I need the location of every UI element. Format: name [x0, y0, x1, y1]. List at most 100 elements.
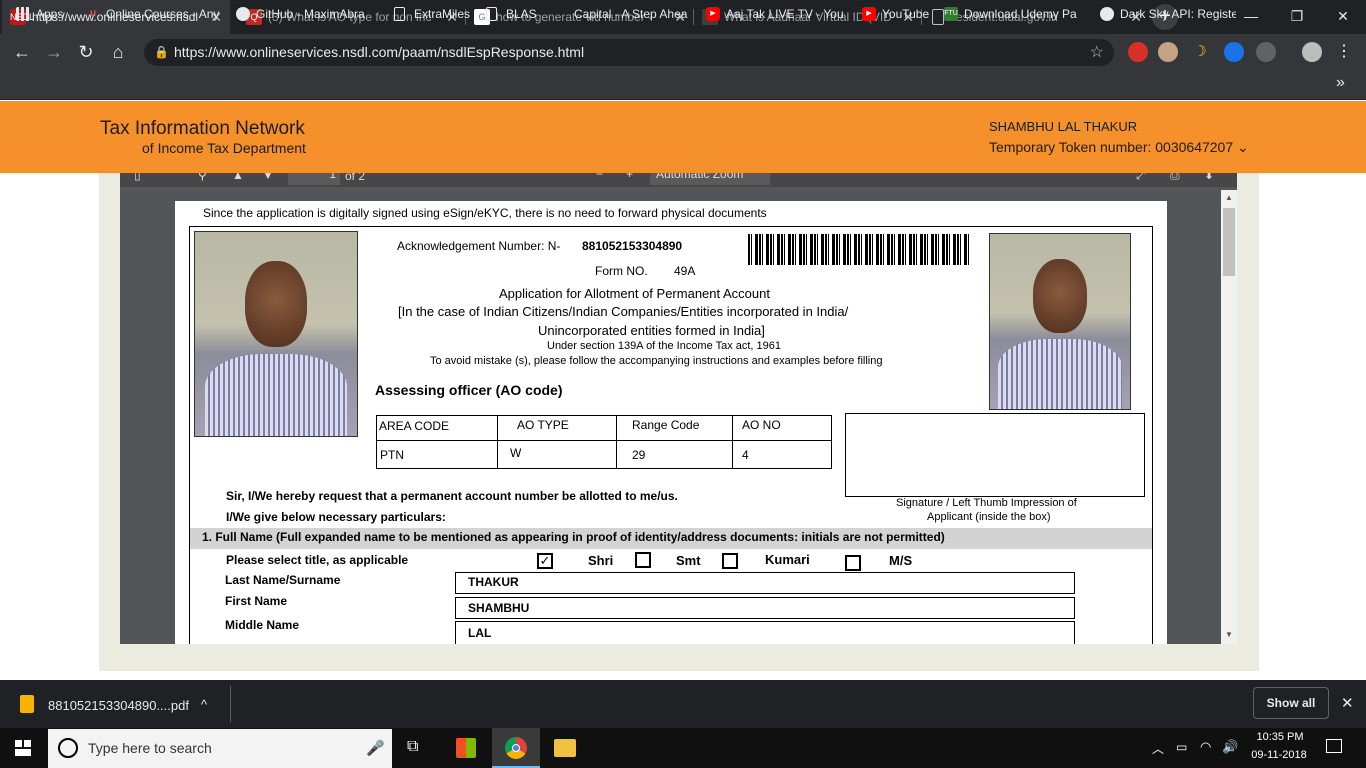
- ack-number: 881052153304890: [582, 239, 683, 253]
- checkbox-kumari[interactable]: [722, 553, 738, 569]
- checkbox-shri[interactable]: ✓: [537, 553, 553, 569]
- ao-header-range-code: Range Code: [632, 418, 700, 432]
- wifi-icon[interactable]: ◠: [1200, 739, 1211, 755]
- checkbox-ms[interactable]: [845, 555, 861, 571]
- close-downloads-button[interactable]: ✕: [1341, 694, 1354, 712]
- checkbox-smt[interactable]: [635, 552, 651, 568]
- downloads-divider: [230, 686, 231, 722]
- zoom-out-icon[interactable]: −: [596, 173, 603, 181]
- first-name-label: First Name: [225, 594, 288, 608]
- bookmark-item[interactable]: Dark Sky API: Registe: [1100, 0, 1236, 30]
- section-1-heading: 1. Full Name (Full expanded name to be m…: [202, 530, 945, 544]
- bookmark-item[interactable]: ▶ YouTube: [862, 0, 938, 30]
- home-button[interactable]: ⌂: [104, 34, 132, 70]
- notification-center-icon[interactable]: [1326, 739, 1342, 753]
- esign-notice: Since the application is digitally signe…: [203, 206, 767, 220]
- brand-title[interactable]: Tax Information Network: [100, 118, 305, 140]
- barcode: [748, 234, 969, 265]
- page-icon: [394, 7, 405, 21]
- extension-blue-icon[interactable]: [1224, 42, 1244, 62]
- ao-value-range-code: 29: [632, 448, 646, 462]
- print-icon[interactable]: ⎙: [1170, 173, 1180, 183]
- bookmarks-overflow-button[interactable]: »: [1336, 74, 1345, 92]
- bookmark-item[interactable]: Apps: [16, 0, 76, 30]
- bookmark-item[interactable]: ExtraMiles: [394, 0, 478, 30]
- token-dropdown[interactable]: Temporary Token number: 0030647207 ⌄: [989, 139, 1249, 156]
- forward-button[interactable]: →: [40, 34, 68, 70]
- extension-gray-icon[interactable]: [1256, 42, 1276, 62]
- moon-extension-icon[interactable]: ☽: [1190, 42, 1210, 62]
- ao-value-area-code: PTN: [380, 448, 404, 462]
- bookmark-item[interactable]: u Online Courses - Any: [86, 0, 226, 30]
- volume-icon[interactable]: 🔊: [1222, 739, 1238, 755]
- form-title: Application for Allotment of Permanent A…: [499, 286, 770, 301]
- lock-icon: 🔒: [154, 45, 169, 59]
- darksky-icon: [1100, 7, 1114, 21]
- maximize-button[interactable]: ❐: [1274, 0, 1320, 34]
- zoom-select[interactable]: Automatic Zoom: [650, 173, 770, 185]
- microphone-icon[interactable]: 🎤: [366, 739, 385, 757]
- scroll-down-icon[interactable]: ▼: [1225, 630, 1233, 639]
- zoom-in-icon[interactable]: +: [626, 173, 633, 181]
- page-number-input[interactable]: 1: [288, 173, 340, 185]
- extension-red-icon[interactable]: [1128, 42, 1148, 62]
- reload-button[interactable]: ↻: [72, 34, 100, 70]
- scroll-up-icon[interactable]: ▲: [1225, 193, 1233, 202]
- ao-header-ao-no: AO NO: [742, 418, 781, 432]
- tray-overflow-icon[interactable]: ︿: [1152, 740, 1164, 757]
- clock-time[interactable]: 10:35 PM: [1250, 731, 1310, 743]
- battery-icon[interactable]: ▭: [1176, 740, 1187, 754]
- address-bar[interactable]: 🔒 https://www.onlineservices.nsdl.com/pa…: [144, 39, 1114, 66]
- download-item[interactable]: 881052153304890....pdf: [48, 698, 189, 713]
- github-icon: [236, 7, 250, 21]
- windows-start-icon[interactable]: [15, 740, 31, 756]
- close-window-button[interactable]: ✕: [1320, 0, 1366, 34]
- bookmark-item[interactable]: Capital - A Step Ahea: [556, 0, 696, 30]
- search-icon[interactable]: ⚲: [198, 173, 207, 182]
- ao-header-area-code: AREA CODE: [379, 419, 450, 433]
- prev-page-icon[interactable]: ▲: [232, 173, 244, 182]
- request-line-1: Sir, I/We hereby request that a permanen…: [226, 489, 678, 503]
- form-subtitle-1: [In the case of Indian Citizens/Indian C…: [398, 304, 849, 319]
- download-options-caret[interactable]: ^: [201, 697, 207, 712]
- udemy-icon: u: [89, 8, 97, 19]
- signature-box: [845, 413, 1145, 497]
- request-line-2: I/We give below necessary particulars:: [226, 510, 446, 524]
- bookmark-label: Download Udemy Pa: [964, 7, 1077, 21]
- task-view-icon[interactable]: ⧉: [407, 738, 418, 756]
- page-icon: [486, 7, 497, 21]
- cookie-extension-icon[interactable]: [1158, 42, 1178, 62]
- bookmark-label: BLAS: [506, 7, 537, 21]
- bookmark-item[interactable]: GitHub - MaximAbra: [236, 0, 386, 30]
- profile-avatar[interactable]: [1302, 42, 1322, 62]
- form-instruction: To avoid mistake (s), please follow the …: [430, 355, 883, 367]
- form-no-label: Form NO.: [595, 264, 648, 278]
- next-page-icon[interactable]: ▼: [262, 173, 274, 182]
- title-prompt: Please select title, as applicable: [226, 553, 409, 567]
- store-icon[interactable]: [456, 738, 476, 758]
- show-all-button[interactable]: Show all: [1253, 687, 1329, 719]
- bookmark-item[interactable]: ▶ Aaj Tak LIVE TV - You: [706, 0, 854, 30]
- last-name-field[interactable]: THAKUR: [455, 572, 1075, 594]
- fullscreen-icon[interactable]: ⤢: [1136, 173, 1146, 183]
- bookmark-star-icon[interactable]: ☆: [1090, 39, 1104, 66]
- pdf-scrollbar-thumb[interactable]: [1223, 208, 1235, 276]
- bookmark-label: ExtraMiles: [414, 7, 471, 21]
- download-icon[interactable]: ⬇: [1204, 173, 1214, 182]
- middle-name-field[interactable]: LAL: [455, 621, 1075, 644]
- ack-label: Acknowledgement Number: N-: [397, 239, 561, 253]
- first-name-value: SHAMBHU: [468, 601, 530, 615]
- bookmark-item[interactable]: FTU Download Udemy Pa: [944, 0, 1094, 30]
- clock-date[interactable]: 09-11-2018: [1246, 749, 1312, 761]
- file-explorer-icon[interactable]: [554, 739, 576, 757]
- back-button[interactable]: ←: [8, 34, 36, 70]
- menu-icon[interactable]: ⋮: [1334, 42, 1354, 62]
- middle-name-value: LAL: [468, 626, 492, 640]
- sidebar-toggle-icon[interactable]: ▯: [134, 173, 141, 182]
- pdf-toolbar: ▯ ⚲ ▲ ▼ 1 of 2 − + Automatic Zoom ⤢ ⎙ ⬇: [120, 173, 1237, 187]
- ao-table-col-divider-3: [732, 415, 733, 469]
- signature-caption-2: Applicant (inside the box): [927, 511, 1051, 523]
- user-name: SHAMBHU LAL THAKUR: [989, 119, 1138, 134]
- bookmark-item[interactable]: BLAS: [486, 0, 548, 30]
- first-name-field[interactable]: SHAMBHU: [455, 597, 1075, 619]
